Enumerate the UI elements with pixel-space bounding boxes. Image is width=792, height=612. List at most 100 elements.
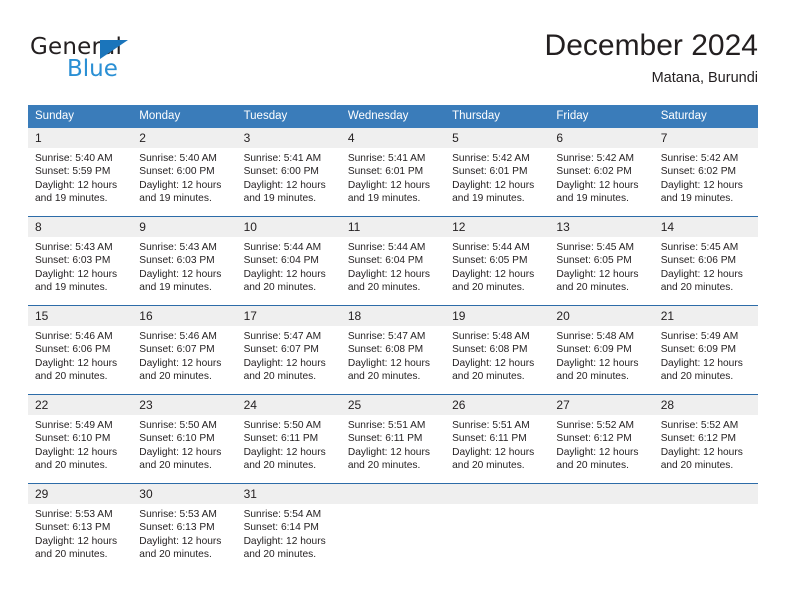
calendar-day-cell[interactable]: 28 Sunrise: 5:52 AM Sunset: 6:12 PM Dayligh… bbox=[653, 394, 758, 484]
day-number: 7 bbox=[653, 128, 758, 148]
daylight-text: Daylight: 12 hours and 20 minutes. bbox=[556, 357, 639, 383]
day-info: Sunrise: 5:47 AM Sunset: 6:08 PM Daylight:… bbox=[341, 326, 445, 384]
sunset-text: Sunset: 6:11 PM bbox=[347, 433, 423, 445]
sunrise-text: Sunrise: 5:40 AM bbox=[35, 153, 113, 164]
day-number: 13 bbox=[549, 217, 654, 237]
calendar-day-cell[interactable]: 5 Sunrise: 5:42 AM Sunset: 6:01 PM Daylight… bbox=[445, 128, 550, 217]
day-info: Sunrise: 5:51 AM Sunset: 6:11 PM Daylight:… bbox=[341, 415, 445, 473]
calendar-day-cell[interactable]: 12 Sunrise: 5:44 AM Sunset: 6:05 PM Dayligh… bbox=[445, 216, 550, 306]
sunrise-text: Sunrise: 5:48 AM bbox=[556, 331, 634, 342]
calendar-day-cell[interactable]: 7 Sunrise: 5:42 AM Sunset: 6:02 PM Daylight… bbox=[653, 128, 758, 217]
daylight-text: Daylight: 12 hours and 20 minutes. bbox=[139, 357, 222, 383]
daylight-text: Daylight: 12 hours and 20 minutes. bbox=[243, 357, 326, 383]
day-number: 20 bbox=[549, 306, 654, 326]
calendar-page: General Blue December 2024 Matana, Burun… bbox=[0, 0, 792, 612]
calendar-day-cell[interactable]: 31 Sunrise: 5:54 AM Sunset: 6:14 PM Dayligh… bbox=[236, 483, 341, 572]
sunrise-text: Sunrise: 5:50 AM bbox=[139, 420, 217, 431]
sunrise-text: Sunrise: 5:49 AM bbox=[660, 331, 739, 342]
day-number: 8 bbox=[28, 217, 133, 237]
calendar-day-cell[interactable]: 6 Sunrise: 5:42 AM Sunset: 6:02 PM Daylight… bbox=[549, 128, 654, 217]
day-info: Sunrise: 5:48 AM Sunset: 6:09 PM Daylight:… bbox=[549, 326, 653, 384]
calendar-day-cell[interactable]: 9 Sunrise: 5:43 AM Sunset: 6:03 PM Daylight… bbox=[132, 216, 237, 306]
calendar-day-cell[interactable]: 4 Sunrise: 5:41 AM Sunset: 6:01 PM Daylight… bbox=[340, 128, 446, 217]
calendar-day-cell[interactable]: 17 Sunrise: 5:47 AM Sunset: 6:07 PM Dayligh… bbox=[236, 305, 341, 395]
sunset-text: Sunset: 6:02 PM bbox=[660, 166, 737, 178]
sunrise-text: Sunrise: 5:54 AM bbox=[243, 509, 322, 520]
calendar-day-cell[interactable]: 29 Sunrise: 5:53 AM Sunset: 6:13 PM Dayligh… bbox=[28, 483, 133, 572]
day-number bbox=[445, 484, 550, 504]
calendar-day-cell[interactable]: 14 Sunrise: 5:45 AM Sunset: 6:06 PM Dayligh… bbox=[653, 216, 758, 306]
calendar-week-row: 29 Sunrise: 5:53 AM Sunset: 6:13 PM Dayligh… bbox=[28, 483, 758, 572]
sunrise-text: Sunrise: 5:46 AM bbox=[139, 331, 217, 342]
calendar-grid: Sunday Monday Tuesday Wednesday Thursday… bbox=[28, 105, 758, 572]
daylight-text: Daylight: 12 hours and 19 minutes. bbox=[660, 179, 743, 205]
sunrise-text: Sunrise: 5:50 AM bbox=[243, 420, 322, 431]
sunrise-text: Sunrise: 5:41 AM bbox=[347, 153, 426, 164]
calendar-day-cell[interactable]: 8 Sunrise: 5:43 AM Sunset: 6:03 PM Daylight… bbox=[28, 216, 133, 306]
sunrise-text: Sunrise: 5:45 AM bbox=[660, 242, 739, 253]
sunset-text: Sunset: 5:59 PM bbox=[35, 166, 111, 178]
calendar-day-cell[interactable]: 30 Sunrise: 5:53 AM Sunset: 6:13 PM Dayligh… bbox=[132, 483, 237, 572]
calendar-day-cell[interactable]: 16 Sunrise: 5:46 AM Sunset: 6:07 PM Dayligh… bbox=[132, 305, 237, 395]
daylight-text: Daylight: 12 hours and 20 minutes. bbox=[347, 357, 430, 383]
calendar-day-cell[interactable]: 20 Sunrise: 5:48 AM Sunset: 6:09 PM Dayligh… bbox=[549, 305, 654, 395]
general-blue-logo[interactable]: General Blue bbox=[30, 34, 210, 86]
sunrise-text: Sunrise: 5:40 AM bbox=[139, 153, 217, 164]
sunrise-text: Sunrise: 5:53 AM bbox=[35, 509, 113, 520]
sunset-text: Sunset: 6:07 PM bbox=[139, 344, 215, 356]
day-number: 5 bbox=[445, 128, 550, 148]
day-info: Sunrise: 5:53 AM Sunset: 6:13 PM Daylight:… bbox=[28, 504, 132, 562]
calendar-day-cell-empty bbox=[340, 483, 446, 572]
calendar-day-cell[interactable]: 3 Sunrise: 5:41 AM Sunset: 6:00 PM Daylight… bbox=[236, 128, 341, 217]
day-number: 21 bbox=[653, 306, 758, 326]
calendar-day-cell[interactable]: 13 Sunrise: 5:45 AM Sunset: 6:05 PM Dayligh… bbox=[549, 216, 654, 306]
calendar-day-cell[interactable]: 19 Sunrise: 5:48 AM Sunset: 6:08 PM Dayligh… bbox=[445, 305, 550, 395]
day-number: 2 bbox=[132, 128, 237, 148]
day-number bbox=[653, 484, 758, 504]
sunrise-text: Sunrise: 5:48 AM bbox=[452, 331, 530, 342]
daylight-text: Daylight: 12 hours and 20 minutes. bbox=[243, 268, 326, 294]
sunset-text: Sunset: 6:11 PM bbox=[243, 433, 319, 445]
day-number: 24 bbox=[236, 395, 341, 415]
day-number: 17 bbox=[236, 306, 341, 326]
sunset-text: Sunset: 6:00 PM bbox=[139, 166, 215, 178]
calendar-day-cell[interactable]: 1 Sunrise: 5:40 AM Sunset: 5:59 PM Daylight… bbox=[28, 128, 133, 217]
calendar-week-row: 15 Sunrise: 5:46 AM Sunset: 6:06 PM Dayligh… bbox=[28, 305, 758, 395]
weekday-header-wednesday: Wednesday bbox=[340, 105, 446, 128]
calendar-day-cell[interactable]: 11 Sunrise: 5:44 AM Sunset: 6:04 PM Dayligh… bbox=[340, 216, 446, 306]
daylight-text: Daylight: 12 hours and 20 minutes. bbox=[139, 446, 222, 472]
weekday-header-tuesday: Tuesday bbox=[236, 105, 341, 128]
calendar-day-cell[interactable]: 15 Sunrise: 5:46 AM Sunset: 6:06 PM Dayligh… bbox=[28, 305, 133, 395]
sunrise-text: Sunrise: 5:47 AM bbox=[243, 331, 322, 342]
weekday-header-row: Sunday Monday Tuesday Wednesday Thursday… bbox=[28, 105, 758, 128]
calendar-day-cell[interactable]: 18 Sunrise: 5:47 AM Sunset: 6:08 PM Dayligh… bbox=[340, 305, 446, 395]
calendar-day-cell[interactable]: 26 Sunrise: 5:51 AM Sunset: 6:11 PM Dayligh… bbox=[445, 394, 550, 484]
day-info: Sunrise: 5:46 AM Sunset: 6:06 PM Daylight:… bbox=[28, 326, 132, 384]
sunrise-text: Sunrise: 5:41 AM bbox=[243, 153, 322, 164]
day-number: 23 bbox=[132, 395, 237, 415]
sunset-text: Sunset: 6:08 PM bbox=[452, 344, 528, 356]
sunrise-text: Sunrise: 5:42 AM bbox=[556, 153, 634, 164]
sunrise-text: Sunrise: 5:46 AM bbox=[35, 331, 113, 342]
day-number: 31 bbox=[236, 484, 341, 504]
calendar-day-cell[interactable]: 23 Sunrise: 5:50 AM Sunset: 6:10 PM Dayligh… bbox=[132, 394, 237, 484]
day-info: Sunrise: 5:41 AM Sunset: 6:01 PM Daylight:… bbox=[341, 148, 445, 206]
day-number: 29 bbox=[28, 484, 133, 504]
calendar-day-cell[interactable]: 25 Sunrise: 5:51 AM Sunset: 6:11 PM Dayligh… bbox=[340, 394, 446, 484]
calendar-day-cell[interactable]: 2 Sunrise: 5:40 AM Sunset: 6:00 PM Daylight… bbox=[132, 128, 237, 217]
day-number: 16 bbox=[132, 306, 237, 326]
daylight-text: Daylight: 12 hours and 20 minutes. bbox=[35, 357, 118, 383]
sunset-text: Sunset: 6:12 PM bbox=[660, 433, 737, 445]
daylight-text: Daylight: 12 hours and 20 minutes. bbox=[347, 268, 430, 294]
page-header: General Blue December 2024 Matana, Burun… bbox=[28, 28, 758, 90]
day-number: 14 bbox=[653, 217, 758, 237]
day-number: 30 bbox=[132, 484, 237, 504]
sunrise-text: Sunrise: 5:42 AM bbox=[660, 153, 739, 164]
calendar-day-cell[interactable]: 10 Sunrise: 5:44 AM Sunset: 6:04 PM Dayligh… bbox=[236, 216, 341, 306]
calendar-day-cell[interactable]: 24 Sunrise: 5:50 AM Sunset: 6:11 PM Dayligh… bbox=[236, 394, 341, 484]
calendar-day-cell[interactable]: 21 Sunrise: 5:49 AM Sunset: 6:09 PM Dayligh… bbox=[653, 305, 758, 395]
day-info: Sunrise: 5:45 AM Sunset: 6:05 PM Daylight:… bbox=[549, 237, 653, 295]
calendar-day-cell[interactable]: 22 Sunrise: 5:49 AM Sunset: 6:10 PM Dayligh… bbox=[28, 394, 133, 484]
day-number: 9 bbox=[132, 217, 237, 237]
calendar-day-cell[interactable]: 27 Sunrise: 5:52 AM Sunset: 6:12 PM Dayligh… bbox=[549, 394, 654, 484]
